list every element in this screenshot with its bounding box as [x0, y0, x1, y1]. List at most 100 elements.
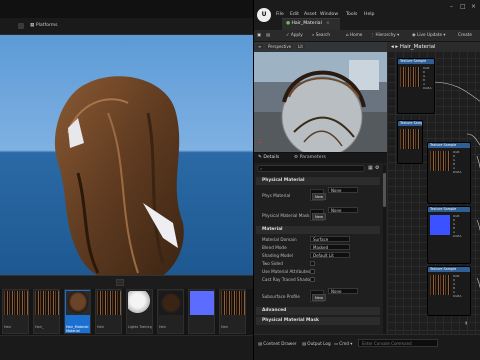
shading-model-select[interactable]: Default Lit [310, 252, 350, 258]
menu-item-window[interactable]: Window [320, 12, 338, 17]
content-browser-bar [0, 275, 256, 289]
node-pin[interactable]: RGBA [453, 234, 462, 238]
create-button[interactable]: Create [458, 32, 472, 37]
asset-label: Hair [4, 325, 11, 329]
phys-material-mask-label: Physical Material Mask [262, 213, 310, 218]
asset-type-label: Material [66, 329, 80, 333]
material-label: ▮ [465, 320, 468, 325]
details-scrollbar-thumb[interactable] [383, 173, 386, 207]
chevron-down-icon[interactable] [116, 279, 124, 286]
close-icon[interactable]: × [326, 21, 330, 26]
category-material[interactable]: Material [256, 226, 380, 234]
tab-details[interactable]: ✎ Details [258, 155, 279, 160]
asset-thumbnail[interactable] [188, 289, 215, 334]
live-update-button[interactable]: ◉ Live Update ▾ [412, 32, 446, 37]
texture-sample-node[interactable]: Texture SampleRGBRGBARGBA [397, 58, 435, 114]
menu-item-edit[interactable]: Edit [290, 12, 299, 17]
category-physical-material[interactable]: Physical Material [256, 177, 380, 185]
texture-sample-node[interactable]: Texture SampleRGBRGBARGBA [427, 206, 471, 264]
lit-button[interactable]: Lit [296, 44, 305, 49]
search-button[interactable]: ⌕ Search [312, 32, 330, 37]
asset-thumbnail[interactable]: Hair_Material Material [64, 289, 91, 334]
console-command-input[interactable]: Enter Console Command [358, 339, 438, 347]
home-button[interactable]: ⌂ Home [346, 32, 362, 37]
minimize-icon[interactable]: – [450, 3, 453, 10]
new-subsurface-profile-button[interactable]: New [312, 294, 326, 301]
hierarchy-button[interactable]: ⋮ Hierarchy ▾ [370, 32, 399, 37]
asset-label: Hair [97, 325, 104, 329]
level-viewport[interactable] [0, 35, 256, 275]
platforms-menu[interactable]: ▦ Platforms [30, 23, 58, 28]
new-phys-material-mask-button[interactable]: New [312, 213, 326, 220]
material-domain-select[interactable]: Surface [310, 236, 350, 242]
cast-ray-traced-shadows-checkbox[interactable] [310, 277, 315, 282]
content-browser-assets: Hair Hair_ Hair_Material Material Hair Lights… [0, 289, 256, 335]
search-icon: ⌕ [260, 166, 263, 171]
save-icon[interactable]: ▣ [257, 32, 261, 37]
asset-preview-image [4, 291, 28, 315]
category-advanced[interactable]: Advanced [256, 307, 380, 315]
asset-thumbnail[interactable]: Hair_ [33, 289, 60, 334]
texture-sample-node[interactable]: Texture SampleRGBRGBARGBA [397, 120, 423, 164]
details-tabbar: ✎ Details ⚙ Parameters [254, 153, 387, 163]
asset-thumbnail[interactable]: Hair [157, 289, 184, 334]
asset-thumbnail[interactable]: Lights Training [126, 289, 153, 334]
menu-item-tools[interactable]: Tools [346, 12, 357, 17]
asset-label: Lights Training [128, 325, 152, 329]
content-drawer-button[interactable]: ▤ Content Drawer [258, 341, 297, 346]
settings-icon[interactable]: ⚙ [375, 165, 379, 171]
node-texture-preview [400, 67, 420, 87]
texture-sample-node[interactable]: Texture SampleRGBRGBARGBA [427, 266, 471, 316]
blend-mode-label: Blend Mode [262, 245, 287, 250]
maximize-icon[interactable]: □ [460, 3, 466, 10]
tab-hair-material[interactable]: ● Hair_Material × [282, 18, 340, 30]
material-editor-window: U File Edit Asset Window Tools Help ● Hair_Ma… [253, 0, 480, 360]
two-sided-label: Two Sided [262, 261, 283, 266]
category-physical-material-mask[interactable]: Physical Material Mask [256, 317, 380, 325]
asset-label: Hair_ [35, 325, 44, 329]
node-pin[interactable]: RGBA [423, 86, 432, 90]
hair-model [54, 76, 184, 275]
node-pin[interactable]: RGBA [453, 294, 462, 298]
node-title: Texture Sample [398, 59, 434, 64]
blend-mode-select[interactable]: Masked [310, 244, 350, 250]
settings-icon[interactable] [18, 23, 24, 29]
grid-icon[interactable]: ▦ [368, 165, 373, 171]
tab-parameters[interactable]: ⚙ Parameters [294, 155, 326, 160]
node-texture-preview [430, 151, 450, 171]
use-material-attributes-checkbox[interactable] [310, 269, 315, 274]
two-sided-checkbox[interactable] [310, 261, 315, 266]
shading-model-label: Shading Model [262, 253, 293, 258]
asset-thumbnail[interactable]: Hair [219, 289, 246, 334]
title-bar: U File Edit Asset Window Tools Help ● Hair_Ma… [254, 0, 480, 30]
preview-viewport[interactable]: ≡ Perspective Lit ⊥ [254, 42, 387, 152]
close-window-icon[interactable]: × [471, 3, 476, 10]
output-log-button[interactable]: ▤ Output Log [302, 341, 331, 346]
asset-thumbnail[interactable]: Hair [95, 289, 122, 334]
node-pin[interactable]: RGBA [453, 170, 462, 174]
texture-sample-node[interactable]: Texture SampleRGBRGBARGBA [427, 142, 471, 204]
browse-icon[interactable]: ▤ [266, 32, 270, 37]
menu-item-file[interactable]: File [276, 12, 284, 17]
phys-material-mask-select[interactable]: None [328, 207, 358, 213]
subsurface-profile-select[interactable]: None [328, 288, 358, 294]
perspective-button[interactable]: Perspective [266, 44, 294, 49]
material-graph[interactable]: ◂ ▸ Hair_Material Texture Sample RGB R G B A R… [387, 42, 480, 334]
cast-ray-traced-shadows-label: Cast Ray Traced Shado... [262, 277, 314, 282]
axis-gizmo-icon: ⊥ [258, 138, 264, 145]
material-toolbar: ▣ ▤ ✓ Apply ⌕ Search ⌂ Home ⋮ Hierarchy … [254, 30, 480, 42]
new-phys-material-button[interactable]: New [312, 193, 326, 200]
node-texture-preview [400, 129, 420, 149]
asset-thumbnail[interactable]: Hair [2, 289, 29, 334]
details-search-input[interactable]: ⌕ [257, 165, 365, 172]
unreal-logo-icon[interactable]: U [257, 8, 271, 22]
viewport-menu-icon[interactable]: ≡ [256, 44, 264, 49]
menu-item-asset[interactable]: Asset [304, 12, 317, 17]
menu-item-help[interactable]: Help [364, 12, 374, 17]
apply-button[interactable]: ✓ Apply [286, 32, 303, 37]
phys-material-select[interactable]: None [328, 187, 358, 193]
asset-preview-image [159, 291, 183, 315]
level-editor-toolbar: ▦ Platforms [0, 18, 256, 35]
subsurface-profile-label: Subsurface Profile [262, 294, 300, 299]
cmd-dropdown[interactable]: ▭ Cmd ▾ [334, 341, 352, 346]
